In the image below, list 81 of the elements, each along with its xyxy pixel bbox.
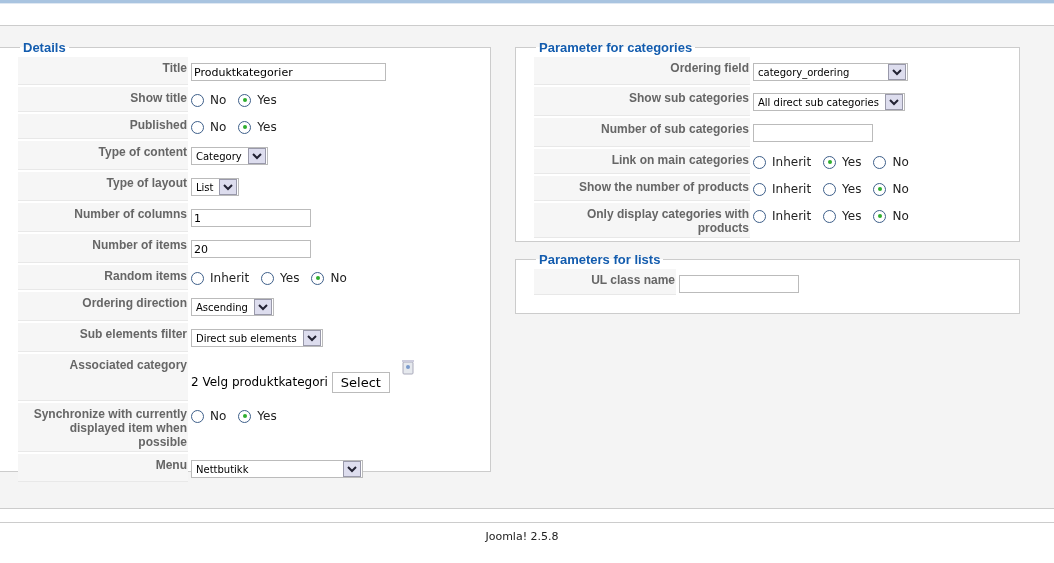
option-label: Inherit — [210, 271, 250, 285]
option-label: No — [892, 155, 909, 169]
radio-button[interactable] — [191, 409, 204, 423]
option-label: No — [210, 93, 227, 107]
field-label: Published — [18, 114, 188, 139]
radio-button[interactable] — [873, 182, 887, 196]
caret-icon — [219, 179, 238, 195]
section-title: Parameters for lists — [538, 252, 662, 267]
field-label: Link on main categories — [534, 149, 750, 174]
caret-icon — [247, 148, 266, 164]
select-button[interactable]: Select — [331, 372, 390, 393]
field-label: Menu — [18, 454, 188, 482]
option-label: No — [892, 182, 909, 196]
text-field[interactable]: Produktkategorier — [191, 63, 386, 81]
field-label: Number of items — [18, 234, 188, 263]
category-value: 2 Velg produktkategori — [191, 375, 328, 389]
option-label: Inherit — [772, 209, 812, 223]
field-label: Number of columns — [18, 203, 188, 232]
text-field[interactable] — [679, 275, 799, 293]
field-label: Random items — [18, 265, 188, 290]
caret-icon — [888, 64, 906, 80]
caret-icon — [884, 94, 903, 110]
field-label: Synchronize with currently displayed item when possible — [18, 403, 188, 452]
option-label: Yes — [257, 93, 277, 107]
option-label: Yes — [257, 409, 277, 423]
option-label: No — [330, 271, 347, 285]
radio-button[interactable] — [238, 93, 252, 107]
field-label: UL class name — [534, 269, 676, 295]
field-label: Sub elements filter — [18, 323, 188, 352]
field-label: Only display categories with products — [534, 203, 750, 238]
radio-button[interactable] — [191, 120, 204, 134]
dropdown[interactable]: Ascending — [191, 298, 274, 316]
dropdown[interactable]: category_ordering — [753, 63, 908, 81]
field-label: Ordering field — [534, 57, 750, 85]
option-label: No — [210, 409, 227, 423]
radio-button[interactable] — [873, 209, 887, 223]
option-label: Yes — [280, 271, 300, 285]
option-label: No — [892, 209, 909, 223]
section-title: Parameter for categories — [538, 40, 694, 55]
radio-button[interactable] — [311, 271, 325, 285]
option-label: Yes — [257, 120, 277, 134]
field-label: Number of sub categories — [534, 118, 750, 147]
radio-button[interactable] — [191, 271, 204, 285]
radio-button[interactable] — [823, 155, 837, 169]
dropdown[interactable]: All direct sub categories — [753, 93, 905, 111]
radio-button[interactable] — [238, 120, 252, 134]
option-label: Yes — [842, 209, 862, 223]
dropdown[interactable]: Category — [191, 147, 268, 165]
field-label: Show sub categories — [534, 87, 750, 116]
field-label: Show title — [18, 87, 188, 112]
field-label: Type of content — [18, 141, 188, 170]
version-text: Joomla! 2.5.8 — [485, 530, 559, 543]
text-field[interactable] — [753, 124, 873, 142]
option-label: Inherit — [772, 155, 812, 169]
dropdown[interactable]: Direct sub elements — [191, 329, 323, 347]
dropdown[interactable]: Nettbutikk — [191, 460, 363, 478]
radio-button[interactable] — [823, 182, 837, 196]
dropdown[interactable]: List — [191, 178, 240, 196]
option-label: No — [210, 120, 227, 134]
radio-button[interactable] — [753, 182, 766, 196]
caret-icon — [343, 461, 361, 477]
text-field[interactable]: 1 — [191, 209, 311, 227]
field-label: Associated category — [18, 354, 188, 401]
field-label: Type of layout — [18, 172, 188, 201]
radio-button[interactable] — [191, 93, 204, 107]
caret-icon — [253, 299, 272, 315]
option-label: Yes — [842, 155, 862, 169]
radio-button[interactable] — [261, 271, 275, 285]
option-label: Inherit — [772, 182, 812, 196]
radio-button[interactable] — [238, 409, 252, 423]
field-label: Ordering direction — [18, 292, 188, 321]
section-title: Details — [22, 40, 67, 55]
radio-button[interactable] — [823, 209, 837, 223]
field-label: Title — [18, 57, 188, 85]
radio-button[interactable] — [753, 155, 766, 169]
field-label: Show the number of products — [534, 176, 750, 201]
text-field[interactable]: 20 — [191, 240, 311, 258]
option-label: Yes — [842, 182, 862, 196]
radio-button[interactable] — [873, 155, 887, 169]
radio-button[interactable] — [753, 209, 766, 223]
caret-icon — [302, 330, 321, 346]
